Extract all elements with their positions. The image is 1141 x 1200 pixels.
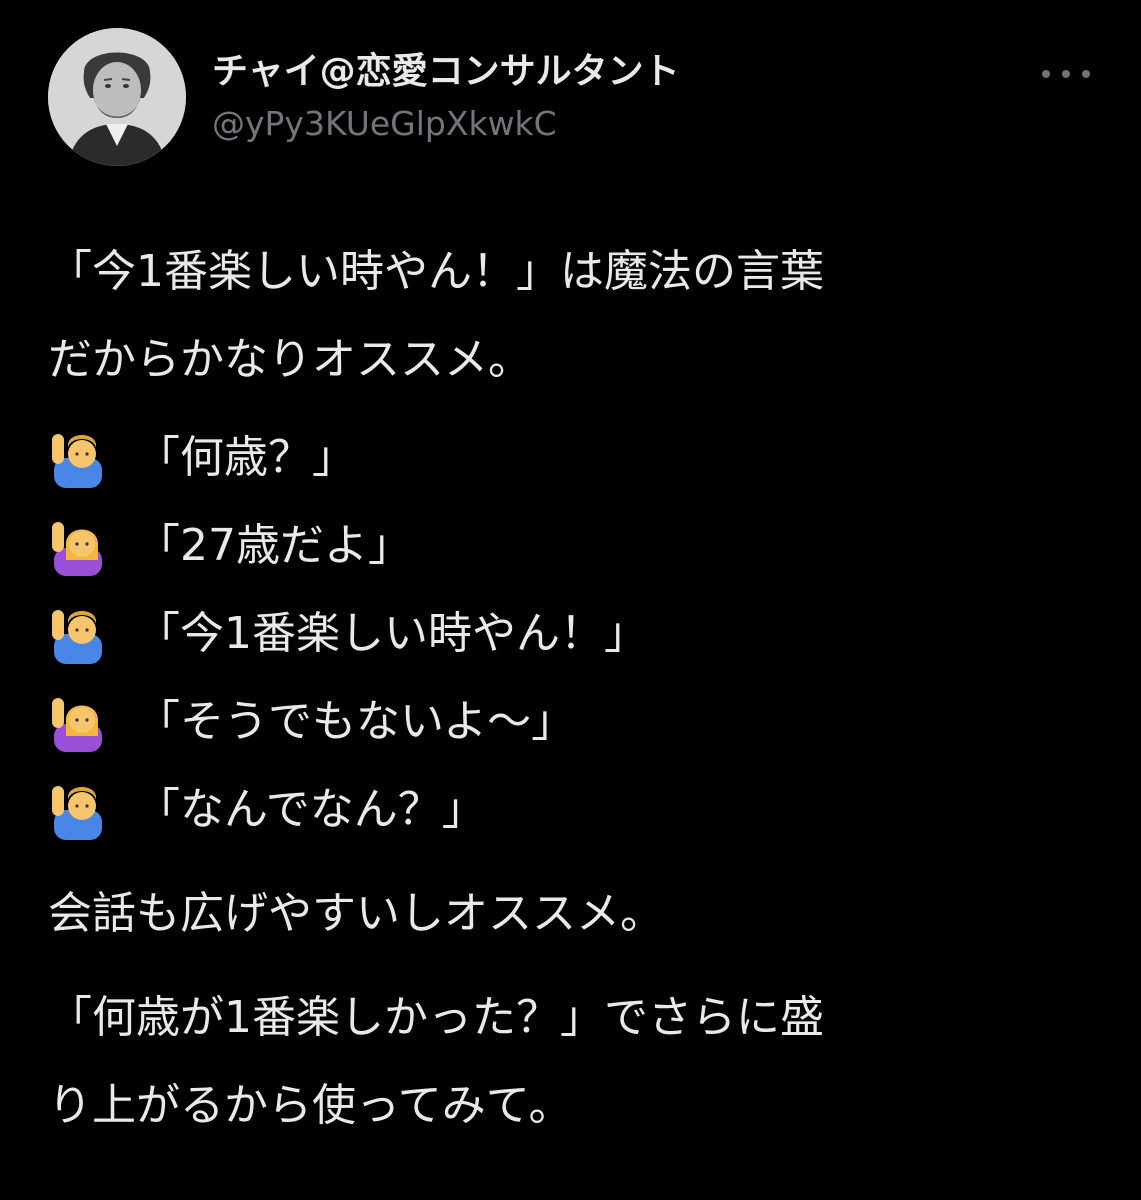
woman-raising-hand-icon xyxy=(48,516,108,576)
dialog-text: 「今1番楽しい時やん！」 xyxy=(136,608,648,659)
man-raising-hand-icon xyxy=(48,428,108,488)
more-options-icon[interactable] xyxy=(1042,64,1090,84)
user-handle[interactable]: @yPy3KUeGlpXkwkC xyxy=(212,100,680,148)
intro-line-2: だからかなりオススメ。 xyxy=(48,334,532,385)
more-dot xyxy=(1082,70,1090,78)
man-raising-hand-icon xyxy=(48,780,108,840)
dialog-line: 「なんでなん？」 xyxy=(48,766,1098,854)
dialog-text: 「なんでなん？」 xyxy=(136,784,486,835)
display-name[interactable]: チャイ@恋愛コンサルタント xyxy=(212,48,680,96)
outro-line: 会話も広げやすいしオススメ。 xyxy=(48,888,664,939)
dialog-line: 「27歳だよ」 xyxy=(48,502,1098,590)
portrait-avatar[interactable] xyxy=(48,28,186,166)
dialog-text: 「27歳だよ」 xyxy=(136,520,412,571)
more-dot xyxy=(1042,70,1050,78)
dialog-line: 「今1番楽しい時やん！」 xyxy=(48,590,1098,678)
dialog-line: 「何歳？」 xyxy=(48,414,1098,502)
dialog-list: 「何歳？」 「27歳だよ」 「今1番楽しい時やん！」 「そうでもないよ〜」 「な… xyxy=(48,414,1098,854)
intro-line-1: 「今1番楽しい時やん！」は魔法の言葉 xyxy=(48,246,824,297)
dialog-text: 「そうでもないよ〜」 xyxy=(136,696,576,747)
more-dot xyxy=(1062,70,1070,78)
man-raising-hand-icon xyxy=(48,604,108,664)
dialog-line: 「そうでもないよ〜」 xyxy=(48,678,1098,766)
portrait-icon xyxy=(48,28,186,166)
woman-raising-hand-icon xyxy=(48,692,108,752)
tweet-body: 「今1番楽しい時やん！」は魔法の言葉 だからかなりオススメ。 「何歳？」 「27… xyxy=(48,228,1098,1150)
tweet-header: チャイ@恋愛コンサルタント @yPy3KUeGlpXkwkC xyxy=(48,28,1098,168)
dialog-text: 「何歳？」 xyxy=(136,432,356,483)
author-names: チャイ@恋愛コンサルタント @yPy3KUeGlpXkwkC xyxy=(212,48,680,148)
closing-line-1: 「何歳が1番楽しかった？」でさらに盛 xyxy=(48,992,824,1043)
closing-line-2: り上がるから使ってみて。 xyxy=(48,1080,573,1131)
